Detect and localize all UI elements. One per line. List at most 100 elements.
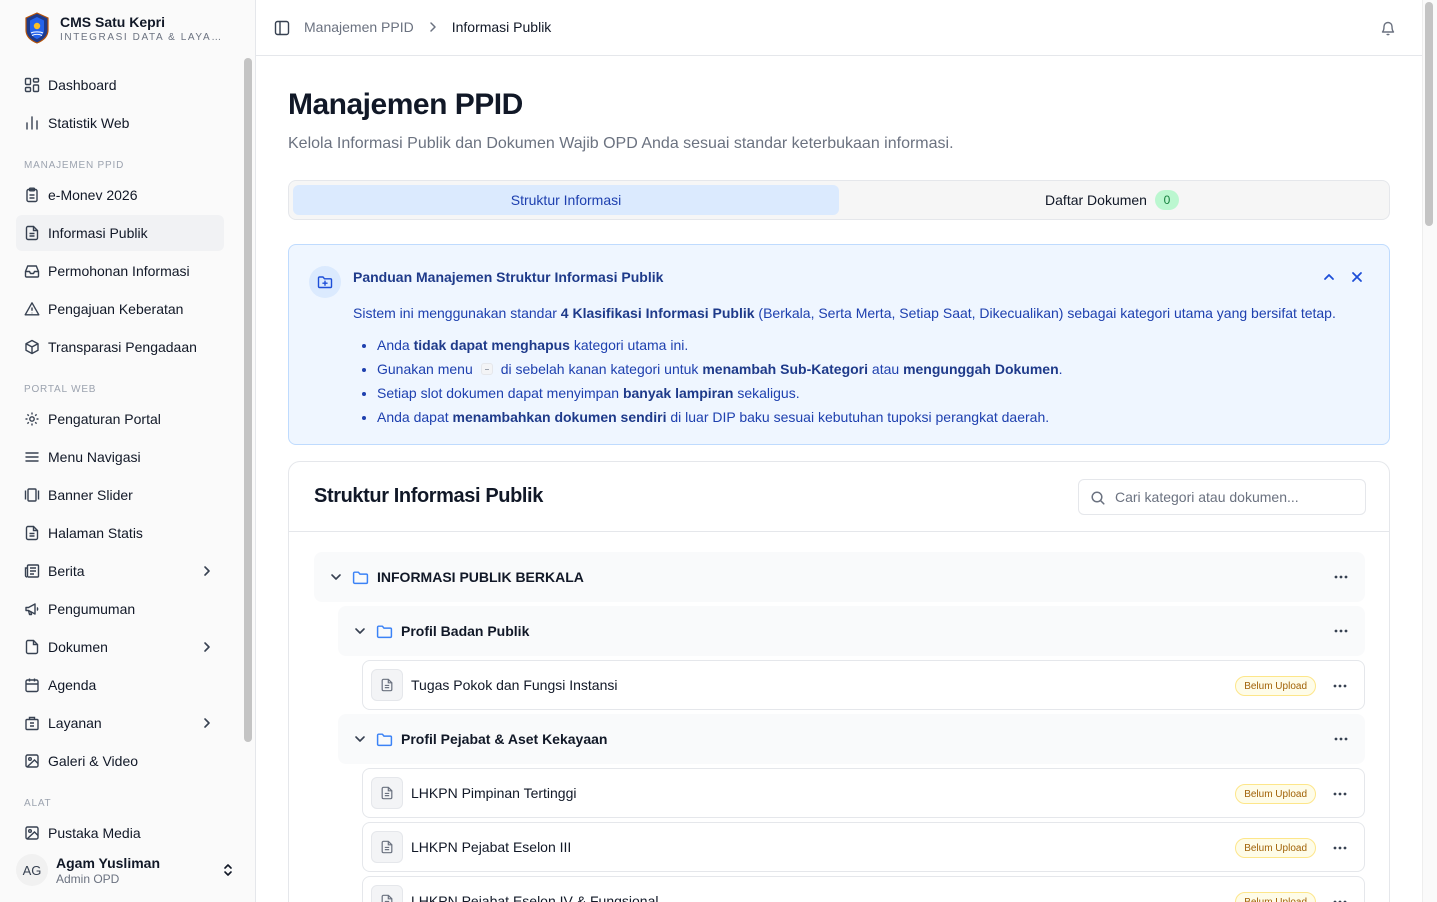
sidebar-toggle-icon[interactable] xyxy=(274,20,290,36)
chevron-right-icon[interactable] xyxy=(200,716,214,730)
more-horizontal-icon[interactable] xyxy=(1333,569,1349,585)
sidebar-item-pengadaan[interactable]: Transparasi Pengadaan xyxy=(16,329,224,365)
guide-bullet: Setiap slot dokumen dapat menyimpan bany… xyxy=(377,381,1373,405)
sidebar-item-label: Banner Slider xyxy=(48,487,133,503)
guide-bullet: Gunakan menudi sebelah kanan kategori un… xyxy=(377,357,1373,381)
struktur-title: Struktur Informasi Publik xyxy=(314,485,543,507)
sidebar-item-label: Halaman Statis xyxy=(48,525,143,541)
top-header: Manajemen PPID Informasi Publik xyxy=(256,0,1422,56)
tab-label: Daftar Dokumen xyxy=(1045,192,1147,208)
sidebar-item-dokumen[interactable]: Dokumen xyxy=(16,629,224,665)
sidebar-item-galeri[interactable]: Galeri & Video xyxy=(16,743,224,779)
clipboard-icon xyxy=(26,187,38,203)
avatar: AG xyxy=(16,854,48,886)
status-badge: Belum Upload xyxy=(1235,838,1316,858)
sidebar-item-keberatan[interactable]: Pengajuan Keberatan xyxy=(16,291,224,327)
chevron-down-icon[interactable] xyxy=(352,623,368,639)
tree-row-document[interactable]: LHKPN Pejabat Eselon III Belum Upload xyxy=(362,822,1365,872)
sidebar-item-label: Statistik Web xyxy=(48,115,130,131)
main-scrollbar[interactable] xyxy=(1425,2,1433,226)
sidebar-item-pengaturan[interactable]: Pengaturan Portal xyxy=(16,401,224,437)
inbox-icon xyxy=(24,265,40,278)
status-badge: Belum Upload xyxy=(1235,784,1316,804)
image-icon xyxy=(25,754,39,768)
sidebar-item-emonev[interactable]: e-Monev 2026 xyxy=(16,177,224,213)
more-horizontal-icon[interactable] xyxy=(1332,894,1348,902)
more-horizontal-icon[interactable] xyxy=(1332,678,1348,694)
chevron-right-icon[interactable] xyxy=(200,564,214,578)
more-horizontal-icon[interactable] xyxy=(1332,786,1348,802)
guide-bullet: Anda dapat menambahkan dokumen sendiri d… xyxy=(377,405,1373,429)
file-text-icon xyxy=(371,777,403,809)
sidebar-item-label: Agenda xyxy=(48,677,97,693)
tree-row-folder[interactable]: Profil Pejabat & Aset Kekayaan xyxy=(338,714,1365,764)
guide-bullet: Anda tidak dapat menghapus kategori utam… xyxy=(377,333,1373,357)
file-icon xyxy=(25,525,39,541)
sidebar-item-label: Informasi Publik xyxy=(48,225,148,241)
brand[interactable]: CMS Satu Kepri INTEGRASI DATA & LAYANAN xyxy=(24,12,234,44)
tree-row-document[interactable]: LHKPN Pimpinan Tertinggi Belum Upload xyxy=(362,768,1365,818)
sidebar-item-pengumuman[interactable]: Pengumuman xyxy=(16,591,224,627)
document-icon xyxy=(25,639,39,655)
tree-row-label: INFORMASI PUBLIK BERKALA xyxy=(377,569,584,585)
bell-icon[interactable] xyxy=(1380,20,1396,36)
file-text-icon xyxy=(371,669,403,701)
tree-row-document[interactable]: LHKPN Pejabat Eselon IV & Fungsional Bel… xyxy=(362,876,1365,902)
sidebar-item-label: Pengaturan Portal xyxy=(48,411,161,427)
user-name: Agam Yusliman xyxy=(56,854,161,871)
sidebar-item-label: Galeri & Video xyxy=(48,753,139,769)
sidebar-item-menu-navigasi[interactable]: Menu Navigasi xyxy=(16,439,224,475)
sidebar-item-label: Transparasi Pengadaan xyxy=(48,339,197,355)
folder-icon xyxy=(376,732,393,746)
breadcrumb: Manajemen PPID Informasi Publik xyxy=(304,19,551,35)
sidebar-item-dashboard[interactable]: Dashboard xyxy=(16,67,224,103)
sidebar-item-label: Dokumen xyxy=(48,639,108,655)
tree-row-label: Tugas Pokok dan Fungsi Instansi xyxy=(411,677,618,693)
sidebar-scrollbar[interactable] xyxy=(244,58,252,742)
brand-subtitle: INTEGRASI DATA & LAYANAN xyxy=(60,31,228,43)
sidebar-item-informasi-publik[interactable]: Informasi Publik xyxy=(16,215,224,251)
sidebar-item-berita[interactable]: Berita xyxy=(16,553,224,589)
search-input[interactable] xyxy=(1115,480,1355,514)
chevrons-up-down-icon xyxy=(224,864,232,876)
tab-daftar-dokumen[interactable]: Daftar Dokumen 0 xyxy=(839,185,1385,215)
sidebar-item-label: Pustaka Media xyxy=(48,825,141,841)
more-horizontal-icon[interactable] xyxy=(1333,731,1349,747)
sidebar-item-label: Pengajuan Keberatan xyxy=(48,301,184,317)
menu-indicator-icon xyxy=(480,363,493,376)
guide-body: Sistem ini menggunakan standar 4 Klasifi… xyxy=(353,303,1373,429)
tree-row-label: Profil Badan Publik xyxy=(401,623,530,639)
gear-icon xyxy=(25,412,39,426)
tree-row-document[interactable]: Tugas Pokok dan Fungsi Instansi Belum Up… xyxy=(362,660,1365,710)
sidebar-item-banner[interactable]: Banner Slider xyxy=(16,477,224,513)
tabs: Struktur Informasi Daftar Dokumen 0 xyxy=(288,180,1390,220)
tab-struktur-informasi[interactable]: Struktur Informasi xyxy=(293,185,839,215)
sidebar-item-agenda[interactable]: Agenda xyxy=(16,667,224,703)
megaphone-icon xyxy=(25,603,39,616)
sidebar-item-label: Menu Navigasi xyxy=(48,449,141,465)
chevron-right-icon[interactable] xyxy=(200,640,214,654)
nav-section-portal: PORTAL WEB xyxy=(24,384,97,395)
divider xyxy=(289,531,1389,532)
struktur-card: Struktur Informasi Publik INFORMASI PUBL… xyxy=(288,461,1390,902)
building-icon xyxy=(25,716,39,731)
sidebar-item-label: Layanan xyxy=(48,715,102,731)
sidebar-item-halaman[interactable]: Halaman Statis xyxy=(16,515,224,551)
tree-row-root-folder[interactable]: INFORMASI PUBLIK BERKALA xyxy=(314,552,1365,602)
sidebar-item-permohonan[interactable]: Permohonan Informasi xyxy=(16,253,224,289)
more-horizontal-icon[interactable] xyxy=(1333,623,1349,639)
document-count-badge: 0 xyxy=(1154,190,1179,210)
tree-row-folder[interactable]: Profil Badan Publik xyxy=(338,606,1365,656)
sidebar-item-label: e-Monev 2026 xyxy=(48,187,138,203)
chevron-up-icon[interactable] xyxy=(1321,269,1337,285)
alert-triangle-icon xyxy=(24,302,40,316)
more-horizontal-icon[interactable] xyxy=(1332,840,1348,856)
close-icon[interactable] xyxy=(1349,269,1365,285)
chevron-down-icon[interactable] xyxy=(352,731,368,747)
user-menu[interactable]: AG Agam Yusliman Admin OPD xyxy=(16,846,242,894)
chevron-down-icon[interactable] xyxy=(328,569,344,585)
tree-row-label: LHKPN Pejabat Eselon III xyxy=(411,839,572,855)
sidebar-item-layanan[interactable]: Layanan xyxy=(16,705,224,741)
sidebar-item-statistik[interactable]: Statistik Web xyxy=(16,105,224,141)
breadcrumb-parent-link[interactable]: Manajemen PPID xyxy=(304,19,414,35)
